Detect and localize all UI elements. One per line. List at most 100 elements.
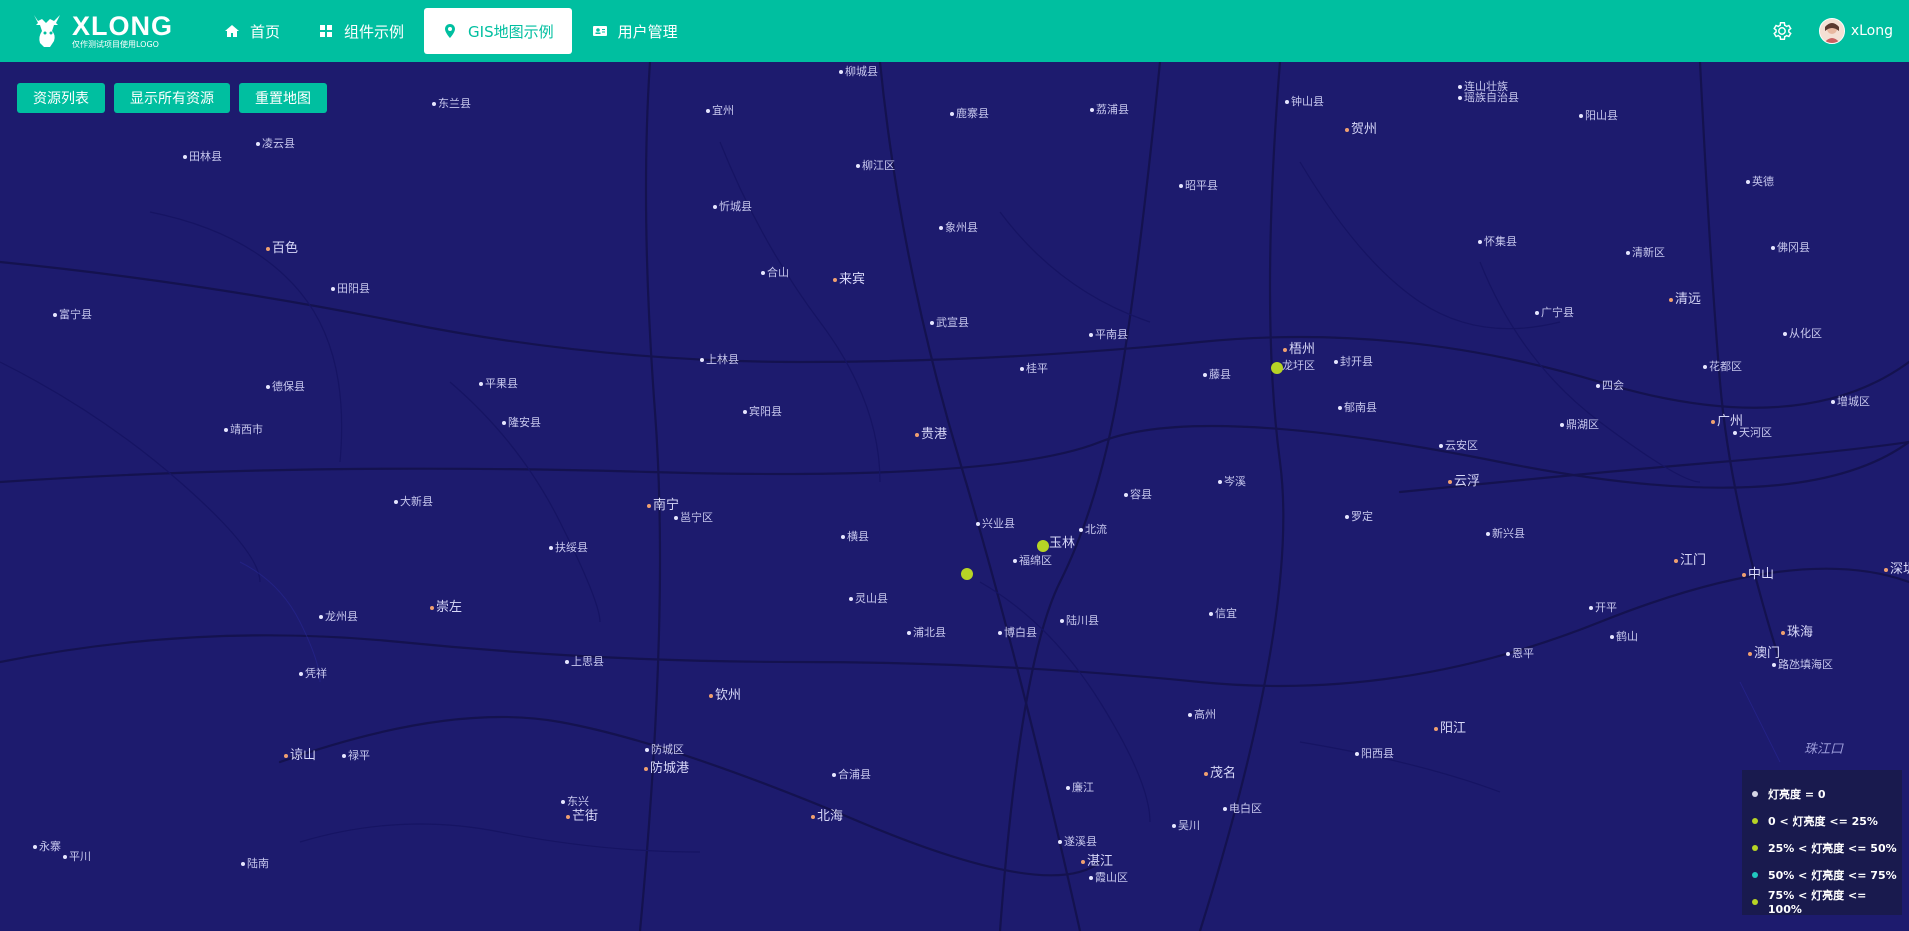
logo[interactable]: XLONG 仅作测试项目使用LOGO: [26, 6, 196, 56]
map-label: 广宁县: [1535, 307, 1574, 319]
map-label: 武宣县: [930, 317, 969, 329]
map-label: 富宁县: [53, 309, 92, 321]
home-icon: [224, 23, 240, 39]
map-label: 清远: [1669, 293, 1701, 306]
map-label: 大新县: [394, 496, 433, 508]
map-label: 靖西市: [224, 424, 263, 436]
reset-map-button[interactable]: 重置地图: [239, 83, 327, 113]
map-label: 龙州县: [319, 611, 358, 623]
map-label: 东兴: [561, 796, 589, 808]
map-label: 钦州: [709, 689, 741, 702]
map-label: 四会: [1596, 380, 1624, 392]
map-label: 宜州: [706, 105, 734, 117]
user-avatar[interactable]: [1818, 18, 1845, 44]
map-label: 从化区: [1783, 328, 1822, 340]
resource-list-button[interactable]: 资源列表: [17, 83, 105, 113]
map-label: 扶绥县: [549, 542, 588, 554]
logo-subtitle: 仅作测试项目使用LOGO: [72, 40, 159, 49]
map-label: 永寨: [33, 841, 61, 853]
settings-gear-icon[interactable]: [1771, 20, 1793, 42]
map-toolbar: 资源列表 显示所有资源 重置地图: [17, 83, 336, 113]
username[interactable]: xLong: [1851, 23, 1893, 39]
legend-item: 50% < 灯亮度 <= 75%: [1752, 861, 1902, 888]
legend-label: 25% < 灯亮度 <= 50%: [1768, 841, 1897, 855]
nav-item-label: 用户管理: [617, 22, 678, 41]
map-label: 恩平: [1506, 648, 1534, 660]
legend-item: 75% < 灯亮度 <= 100%: [1752, 888, 1902, 916]
top-navbar: XLONG 仅作测试项目使用LOGO 首页 组件示例 GIS地图示例 用户管理 …: [0, 0, 1909, 62]
map-label: 灵山县: [849, 593, 888, 605]
map-label: 福绵区: [1013, 555, 1052, 567]
map-label: 信宜: [1209, 608, 1237, 620]
map-label: 田阳县: [331, 283, 370, 295]
resource-marker[interactable]: [1037, 540, 1049, 552]
map-label: 吴川: [1172, 820, 1200, 832]
map-label: 新兴县: [1486, 528, 1525, 540]
map-label: 浦北县: [907, 627, 946, 639]
map-label: 防城区: [645, 744, 684, 756]
map-label: 上思县: [565, 656, 604, 668]
legend-item: 灯亮度 = 0: [1752, 780, 1902, 807]
show-all-resources-button[interactable]: 显示所有资源: [114, 83, 230, 113]
resource-marker[interactable]: [961, 568, 973, 580]
gis-map[interactable]: 柳城县 宜州 鹿寨县 荔浦县 钟山县 连山壮族 瑶族自治县 阳山县 东兰县 田林…: [0, 62, 1909, 931]
legend-label: 0 < 灯亮度 <= 25%: [1768, 814, 1878, 828]
nav-item-user-management[interactable]: 用户管理: [574, 8, 696, 54]
logo-title: XLONG: [72, 11, 174, 41]
map-label: 昭平县: [1179, 180, 1218, 192]
map-label: 横县: [841, 531, 869, 543]
map-label: 罗定: [1345, 511, 1373, 523]
map-label: 怀集县: [1478, 236, 1517, 248]
map-label: 崇左: [430, 601, 462, 614]
map-label: 来宾: [833, 273, 865, 286]
nav-item-components[interactable]: 组件示例: [300, 8, 422, 54]
map-label: 平果县: [479, 378, 518, 390]
legend-label: 75% < 灯亮度 <= 100%: [1767, 889, 1867, 916]
map-label: 百色: [266, 242, 298, 255]
map-label: 路氹填海区: [1772, 659, 1833, 671]
map-label: 柳江区: [856, 160, 895, 172]
map-label: 陆南: [241, 858, 269, 870]
map-label: 阳西县: [1355, 748, 1394, 760]
map-label: 象州县: [939, 222, 978, 234]
legend-label: 50% < 灯亮度 <= 75%: [1768, 868, 1897, 882]
map-label: 防城港: [644, 762, 689, 775]
map-label: 封开县: [1334, 356, 1373, 368]
nav-item-label: 首页: [250, 22, 281, 41]
deer-logo-icon: [34, 15, 60, 47]
legend-item: 25% < 灯亮度 <= 50%: [1752, 834, 1902, 861]
map-label: 开平: [1589, 602, 1617, 614]
map-label: 清新区: [1626, 247, 1665, 259]
map-label: 北流: [1079, 524, 1107, 536]
map-label: 天河区: [1733, 427, 1772, 439]
nav-item-label: GIS地图示例: [468, 22, 554, 41]
map-label: 凌云县: [256, 138, 295, 150]
map-label: 芒街: [566, 810, 598, 823]
nav-item-home[interactable]: 首页: [206, 8, 298, 54]
map-label: 鹿寨县: [950, 108, 989, 120]
map-label: 田林县: [183, 151, 222, 163]
nav-item-label: 组件示例: [344, 22, 405, 41]
map-label: 陆川县: [1060, 615, 1099, 627]
map-label: 隆安县: [502, 417, 541, 429]
map-label: 中山: [1742, 568, 1774, 581]
nav-item-gis-map[interactable]: GIS地图示例: [424, 8, 572, 54]
map-label: 邕宁区: [674, 512, 713, 524]
map-label: 深圳: [1884, 563, 1909, 576]
map-label: 平川: [63, 851, 91, 863]
map-label: 遂溪县: [1058, 836, 1097, 848]
resource-marker[interactable]: [1271, 362, 1283, 374]
map-label: 荔浦县: [1090, 104, 1129, 116]
map-label: 廉江: [1066, 782, 1094, 794]
legend-dot: [1752, 790, 1758, 797]
map-label: 容县: [1124, 489, 1152, 501]
map-label: 郁南县: [1338, 402, 1377, 414]
map-label: 东兰县: [432, 98, 471, 110]
map-label: 谅山: [284, 749, 316, 762]
id-card-icon: [592, 23, 608, 39]
map-label: 鼎湖区: [1560, 419, 1599, 431]
map-label: 合浦县: [832, 769, 871, 781]
map-label: 藤县: [1203, 369, 1231, 381]
map-label: 凭祥: [299, 668, 327, 680]
map-label: 佛冈县: [1771, 242, 1810, 254]
